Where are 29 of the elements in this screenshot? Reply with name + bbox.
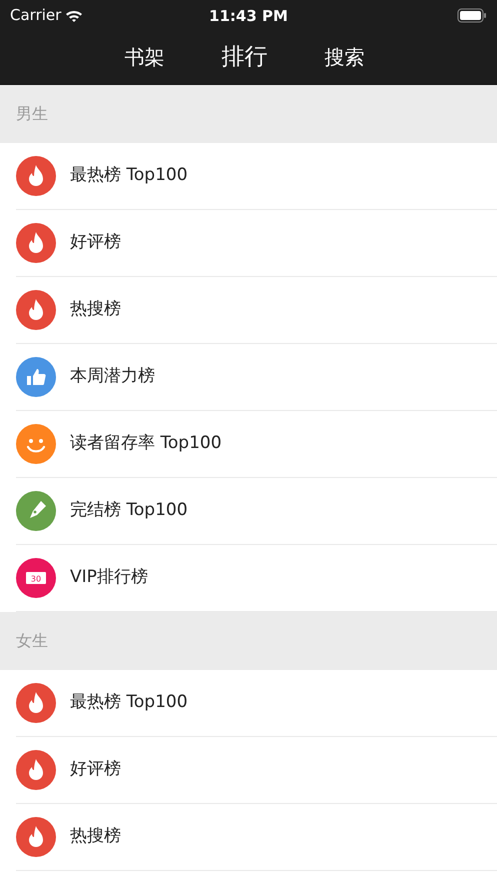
ranking-label: 热搜榜 bbox=[70, 298, 121, 322]
list-row[interactable]: 热搜榜 bbox=[16, 277, 497, 344]
wifi-icon bbox=[65, 8, 84, 23]
list-row[interactable]: 最热榜 Top100 bbox=[16, 143, 497, 210]
carrier-label: Carrier bbox=[10, 4, 62, 26]
list-row[interactable]: 热搜榜 bbox=[16, 804, 497, 871]
status-time: 11:43 PM bbox=[209, 6, 288, 27]
battery-icon bbox=[457, 8, 487, 24]
nav-tab[interactable]: 搜索 bbox=[294, 42, 394, 72]
list-row[interactable]: 好评榜 bbox=[16, 210, 497, 277]
section-header: 男生 bbox=[0, 85, 497, 143]
list-row[interactable]: 完结榜 Top100 bbox=[16, 478, 497, 545]
ticket-icon: 30 bbox=[16, 558, 56, 598]
nav-tab[interactable]: 书架 bbox=[94, 42, 194, 72]
list-row[interactable]: 好评榜 bbox=[16, 737, 497, 804]
ranking-label: 热搜榜 bbox=[70, 825, 121, 848]
list-row[interactable]: 读者留存率 Top100 bbox=[16, 411, 497, 478]
section-header: 女生 bbox=[0, 612, 497, 670]
ranking-label: VIP排行榜 bbox=[70, 566, 148, 590]
ranking-label: 本周潜力榜 bbox=[70, 365, 155, 388]
ranking-label: 好评榜 bbox=[70, 758, 121, 782]
ranking-label: 完结榜 Top100 bbox=[70, 499, 188, 522]
ranking-label: 最热榜 Top100 bbox=[70, 164, 188, 188]
nav-tab[interactable]: 排行 bbox=[194, 40, 294, 74]
list-row[interactable]: 最热榜 Top100 bbox=[16, 670, 497, 737]
list-row[interactable]: 本周潜力榜 bbox=[16, 344, 497, 411]
ranking-label: 好评榜 bbox=[70, 231, 121, 254]
ranking-label: 读者留存率 Top100 bbox=[70, 432, 222, 456]
ranking-label: 最热榜 Top100 bbox=[70, 691, 188, 714]
